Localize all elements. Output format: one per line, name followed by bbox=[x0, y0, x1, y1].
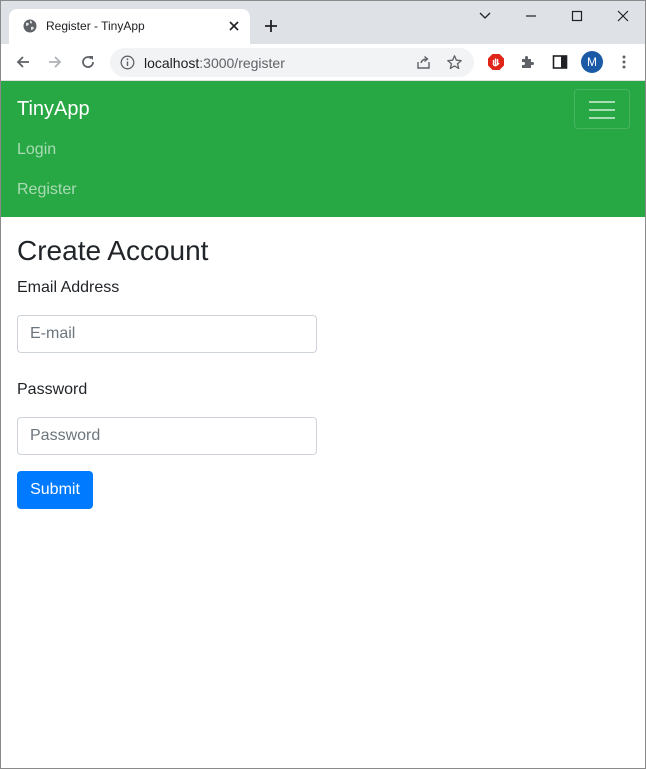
minimize-icon[interactable] bbox=[521, 9, 541, 23]
bookmark-star-icon[interactable] bbox=[446, 54, 463, 71]
url-path: :3000/register bbox=[199, 55, 285, 71]
tab-search-icon[interactable] bbox=[475, 9, 495, 23]
close-tab-icon[interactable] bbox=[228, 20, 240, 32]
password-field[interactable] bbox=[17, 417, 317, 455]
browser-window: Register - TinyApp localhost:3000/regist… bbox=[0, 0, 646, 769]
tab-strip: Register - TinyApp bbox=[1, 1, 645, 44]
password-label: Password bbox=[17, 381, 88, 398]
browser-toolbar: localhost:3000/register M bbox=[1, 44, 645, 81]
info-icon[interactable] bbox=[120, 55, 135, 70]
url-text: localhost:3000/register bbox=[144, 55, 285, 71]
url-host: localhost bbox=[144, 55, 200, 71]
email-field[interactable] bbox=[17, 315, 317, 353]
address-bar[interactable]: localhost:3000/register bbox=[110, 48, 474, 77]
back-icon[interactable] bbox=[14, 53, 32, 71]
hamburger-bar bbox=[589, 109, 615, 111]
kebab-menu-icon[interactable] bbox=[615, 53, 633, 71]
brand-link[interactable]: TinyApp bbox=[17, 98, 90, 121]
hamburger-bar bbox=[589, 117, 615, 119]
close-window-icon[interactable] bbox=[613, 9, 633, 23]
share-icon[interactable] bbox=[415, 54, 432, 71]
nav-link-register[interactable]: Register bbox=[17, 181, 77, 199]
hamburger-bar bbox=[589, 101, 615, 103]
reload-icon[interactable] bbox=[79, 53, 97, 71]
tab-title: Register - TinyApp bbox=[46, 19, 145, 33]
submit-button[interactable]: Submit bbox=[17, 471, 93, 509]
side-panel-icon[interactable] bbox=[551, 53, 569, 71]
maximize-icon[interactable] bbox=[567, 9, 587, 23]
navbar-toggler-button[interactable] bbox=[574, 89, 630, 129]
profile-avatar[interactable]: M bbox=[581, 51, 603, 73]
site-navbar: TinyApp Login Register bbox=[1, 81, 645, 217]
browser-tab[interactable]: Register - TinyApp bbox=[9, 9, 250, 44]
adblock-extension-icon[interactable] bbox=[487, 53, 505, 71]
extensions-puzzle-icon[interactable] bbox=[519, 53, 537, 71]
nav-link-login[interactable]: Login bbox=[17, 141, 56, 159]
forward-icon[interactable] bbox=[46, 53, 64, 71]
new-tab-icon[interactable] bbox=[262, 17, 280, 35]
globe-icon bbox=[23, 19, 37, 33]
page-title: Create Account bbox=[17, 235, 209, 266]
email-label: Email Address bbox=[17, 279, 120, 296]
